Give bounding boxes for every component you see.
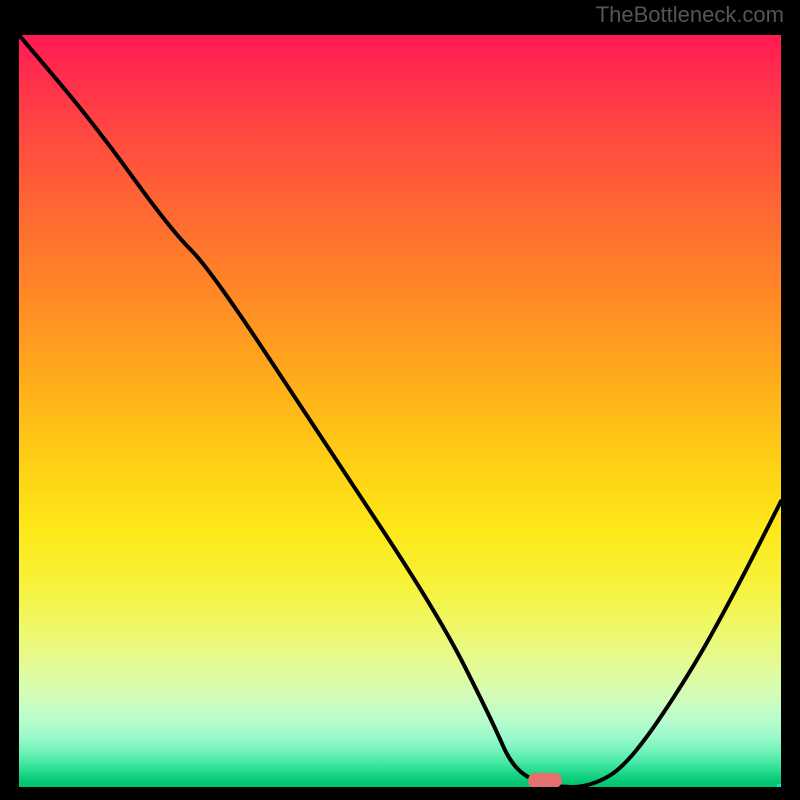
bottleneck-curve <box>19 35 781 787</box>
curve-path <box>19 35 781 787</box>
watermark-text: TheBottleneck.com <box>596 2 784 28</box>
optimal-marker <box>528 773 562 787</box>
plot-area <box>19 35 781 787</box>
chart-container: TheBottleneck.com <box>0 0 800 800</box>
